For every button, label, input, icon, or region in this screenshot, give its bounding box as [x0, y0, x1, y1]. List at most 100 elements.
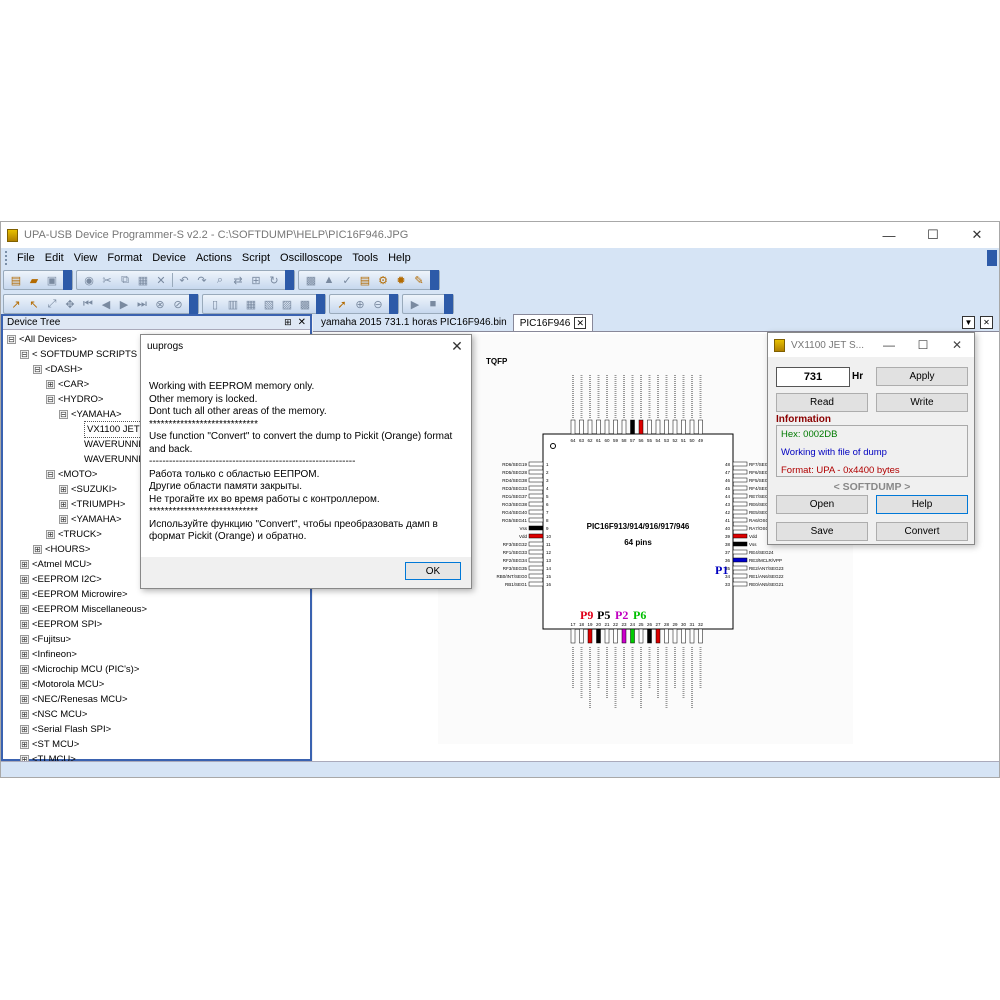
expand-icon[interactable]: ⊞: [20, 560, 29, 569]
pointer-icon[interactable]: ➚: [334, 296, 350, 312]
view2-icon[interactable]: ▥: [225, 296, 241, 312]
expand-icon[interactable]: ⊞: [20, 725, 29, 734]
menu-script[interactable]: Script: [237, 252, 275, 264]
collapse-icon[interactable]: ⊟: [46, 470, 55, 479]
hours-input[interactable]: 731: [776, 367, 850, 387]
view3-icon[interactable]: ▦: [243, 296, 259, 312]
view1-icon[interactable]: ▯: [207, 296, 223, 312]
tree-node[interactable]: ⊞ <EEPROM Microwire>: [7, 587, 310, 602]
convert-button[interactable]: Convert: [876, 522, 968, 541]
expand-icon[interactable]: ⊞: [59, 485, 68, 494]
menu-tools[interactable]: Tools: [347, 252, 383, 264]
redo-icon[interactable]: ↷: [194, 272, 210, 288]
menu-actions[interactable]: Actions: [191, 252, 237, 264]
copy-icon[interactable]: ⧉: [117, 272, 133, 288]
tree-node[interactable]: ⊞ <Fujitsu>: [7, 632, 310, 647]
dialog-close-icon[interactable]: ✕: [443, 338, 471, 355]
view5-icon[interactable]: ▨: [279, 296, 295, 312]
view4-icon[interactable]: ▧: [261, 296, 277, 312]
undo-icon[interactable]: ↶: [176, 272, 192, 288]
prev-icon[interactable]: ◀: [98, 296, 114, 312]
menu-view[interactable]: View: [69, 252, 103, 264]
tree-node[interactable]: ⊞ <NSC MCU>: [7, 707, 310, 722]
collapse-icon[interactable]: ⊟: [20, 350, 29, 359]
run-icon[interactable]: ▶: [407, 296, 423, 312]
script-icon[interactable]: ▤: [357, 272, 373, 288]
probe2-icon[interactable]: ↖: [26, 296, 42, 312]
settings-icon[interactable]: ⚙: [375, 272, 391, 288]
save-button[interactable]: Save: [776, 522, 868, 541]
view6-icon[interactable]: ▩: [297, 296, 313, 312]
edit-toolbar-dropdown[interactable]: [285, 270, 294, 290]
collapse-icon[interactable]: ⊟: [7, 335, 16, 344]
read-button[interactable]: Read: [776, 393, 868, 412]
tree-node[interactable]: ⊞ <ST MCU>: [7, 737, 310, 752]
tree-node[interactable]: ⊞ <EEPROM SPI>: [7, 617, 310, 632]
new-icon[interactable]: ▤: [8, 272, 24, 288]
move-icon[interactable]: ✥: [62, 296, 78, 312]
cut-icon[interactable]: ✂: [99, 272, 115, 288]
expand-icon[interactable]: ⊞: [20, 620, 29, 629]
expand-icon[interactable]: ⊞: [20, 575, 29, 584]
expand-icon[interactable]: ⊞: [20, 650, 29, 659]
menu-format[interactable]: Format: [102, 252, 147, 264]
write-button[interactable]: Write: [876, 393, 968, 412]
open-button[interactable]: Open: [776, 495, 868, 514]
menu-file[interactable]: File: [12, 252, 40, 264]
zoom-toolbar-dropdown[interactable]: [389, 294, 398, 314]
chip-icon[interactable]: ▩: [303, 272, 319, 288]
cancel-icon[interactable]: ⊘: [170, 296, 186, 312]
device-toolbar-dropdown[interactable]: [430, 270, 439, 290]
next-icon[interactable]: ▶: [116, 296, 132, 312]
panel-close-icon[interactable]: ✕: [298, 317, 306, 328]
paint-icon[interactable]: ✎: [411, 272, 427, 288]
run-toolbar-dropdown[interactable]: [444, 294, 453, 314]
file-toolbar-dropdown[interactable]: [63, 270, 72, 290]
collapse-icon[interactable]: ⊟: [46, 395, 55, 404]
probe-icon[interactable]: ↗: [8, 296, 24, 312]
tree-node[interactable]: ⊞ <EEPROM Miscellaneous>: [7, 602, 310, 617]
halt-icon[interactable]: ■: [425, 296, 441, 312]
expand-icon[interactable]: ⊞: [20, 590, 29, 599]
last-icon[interactable]: ⏭: [134, 296, 150, 312]
expand-icon[interactable]: ⊞: [20, 695, 29, 704]
refresh-icon[interactable]: ↻: [266, 272, 282, 288]
menu-overflow-button[interactable]: [987, 250, 997, 266]
collapse-icon[interactable]: ⊟: [59, 410, 68, 419]
probe-toolbar-dropdown[interactable]: [189, 294, 198, 314]
save-icon[interactable]: ▣: [44, 272, 60, 288]
tool-close-button[interactable]: ✕: [940, 338, 974, 352]
menu-device[interactable]: Device: [147, 252, 191, 264]
expand-icon[interactable]: ⊞: [20, 665, 29, 674]
expand-icon[interactable]: ⊞: [59, 500, 68, 509]
help-button[interactable]: Help: [876, 495, 968, 514]
disc-icon[interactable]: ◉: [81, 272, 97, 288]
bug-icon[interactable]: ✹: [393, 272, 409, 288]
find-icon[interactable]: ⌕: [212, 272, 228, 288]
expand-icon[interactable]: ⊞: [46, 380, 55, 389]
tree-node[interactable]: ⊞ <Serial Flash SPI>: [7, 722, 310, 737]
collapse-icon[interactable]: ⊟: [33, 365, 42, 374]
expand-icon[interactable]: ⊞: [20, 710, 29, 719]
maximize-button[interactable]: ☐: [911, 222, 955, 248]
expand-icon[interactable]: ⊞: [20, 740, 29, 749]
replace-icon[interactable]: ⇄: [230, 272, 246, 288]
menu-help[interactable]: Help: [383, 252, 416, 264]
menu-edit[interactable]: Edit: [40, 252, 69, 264]
paste-icon[interactable]: ▦: [135, 272, 151, 288]
program-icon[interactable]: ▲: [321, 272, 337, 288]
open-folder-icon[interactable]: ▰: [26, 272, 42, 288]
tab-close-icon[interactable]: ✕: [574, 317, 587, 329]
compare-icon[interactable]: ⊞: [248, 272, 264, 288]
expand-icon[interactable]: ⊞: [33, 545, 42, 554]
pin-icon[interactable]: ⊞: [284, 317, 292, 328]
ok-button[interactable]: OK: [405, 562, 461, 580]
fit-icon[interactable]: ⤢: [44, 296, 60, 312]
tree-node[interactable]: ⊞ <Infineon>: [7, 647, 310, 662]
tool-minimize-button[interactable]: —: [872, 338, 906, 352]
zoom-out-icon[interactable]: ⊖: [370, 296, 386, 312]
tool-maximize-button[interactable]: ☐: [906, 338, 940, 352]
tab-bin-file[interactable]: yamaha 2015 731.1 horas PIC16F946.bin: [315, 314, 513, 331]
verify-icon[interactable]: ✓: [339, 272, 355, 288]
menu-oscilloscope[interactable]: Oscilloscope: [275, 252, 347, 264]
